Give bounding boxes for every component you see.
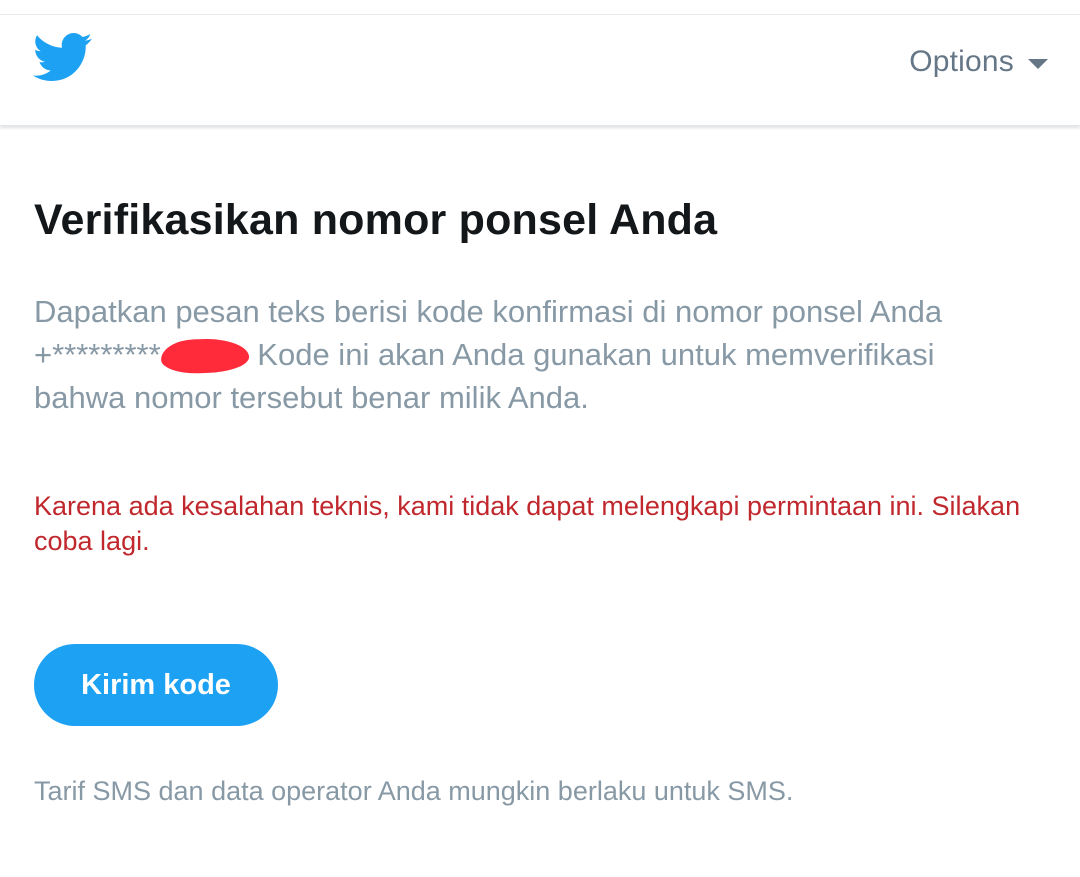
- header-bar: Options: [0, 15, 1080, 126]
- options-dropdown[interactable]: Options: [909, 45, 1048, 79]
- description-text: Dapatkan pesan teks berisi kode konfirma…: [34, 290, 1024, 419]
- top-strip: [0, 0, 1080, 15]
- page-title: Verifikasikan nomor ponsel Anda: [34, 196, 718, 244]
- caret-down-icon: [1028, 59, 1048, 69]
- twitter-bird-icon[interactable]: [33, 33, 93, 83]
- send-code-button[interactable]: Kirim kode: [34, 644, 278, 726]
- redaction-mark: [160, 337, 250, 375]
- options-label: Options: [909, 45, 1014, 78]
- sms-rates-note: Tarif SMS dan data operator Anda mungkin…: [34, 776, 794, 806]
- error-message: Karena ada kesalahan teknis, kami tidak …: [34, 491, 1021, 556]
- redaction-blob: [160, 337, 250, 375]
- main-content: Verifikasikan nomor ponsel Anda Dapatkan…: [34, 190, 1044, 809]
